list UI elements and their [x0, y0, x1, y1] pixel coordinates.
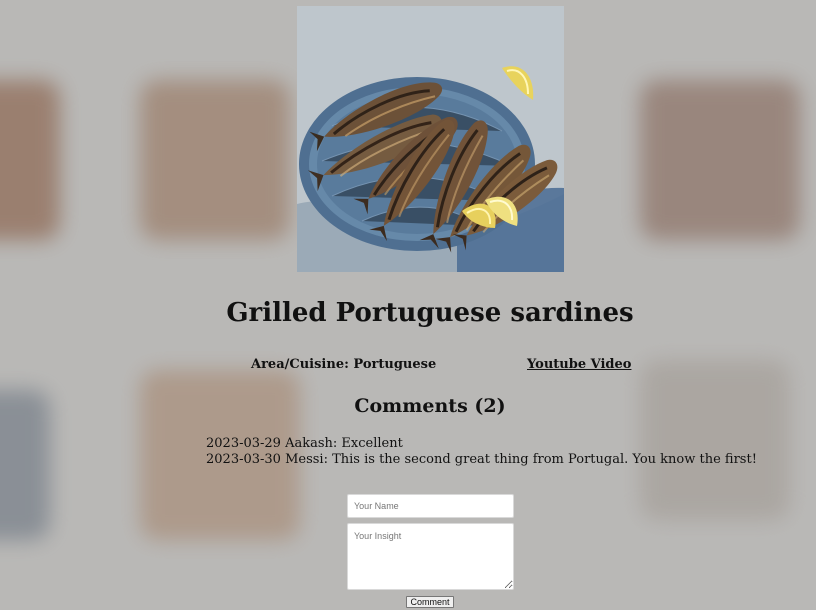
dish-photo — [297, 6, 564, 272]
comment-item: 2023-03-29 Aakash: Excellent — [206, 436, 403, 451]
comment-submit-button[interactable]: Comment — [406, 596, 454, 608]
comment-item: 2023-03-30 Messi: This is the second gre… — [206, 452, 757, 467]
insight-textarea[interactable] — [347, 523, 514, 590]
recipe-modal-backdrop: Grilled Portuguese sardines Area/Cuisine… — [0, 0, 816, 610]
comments-heading: Comments (2) — [354, 395, 506, 417]
recipe-title: Grilled Portuguese sardines — [226, 298, 634, 328]
name-input[interactable] — [347, 494, 514, 518]
grilled-sardines-image — [297, 6, 564, 272]
youtube-video-link[interactable]: Youtube Video — [527, 357, 631, 372]
comments-list: 2023-03-29 Aakash: Excellent 2023-03-30 … — [206, 436, 757, 468]
area-cuisine-label: Area/Cuisine: Portuguese — [251, 357, 437, 372]
recipe-details-modal: Grilled Portuguese sardines Area/Cuisine… — [0, 0, 816, 610]
